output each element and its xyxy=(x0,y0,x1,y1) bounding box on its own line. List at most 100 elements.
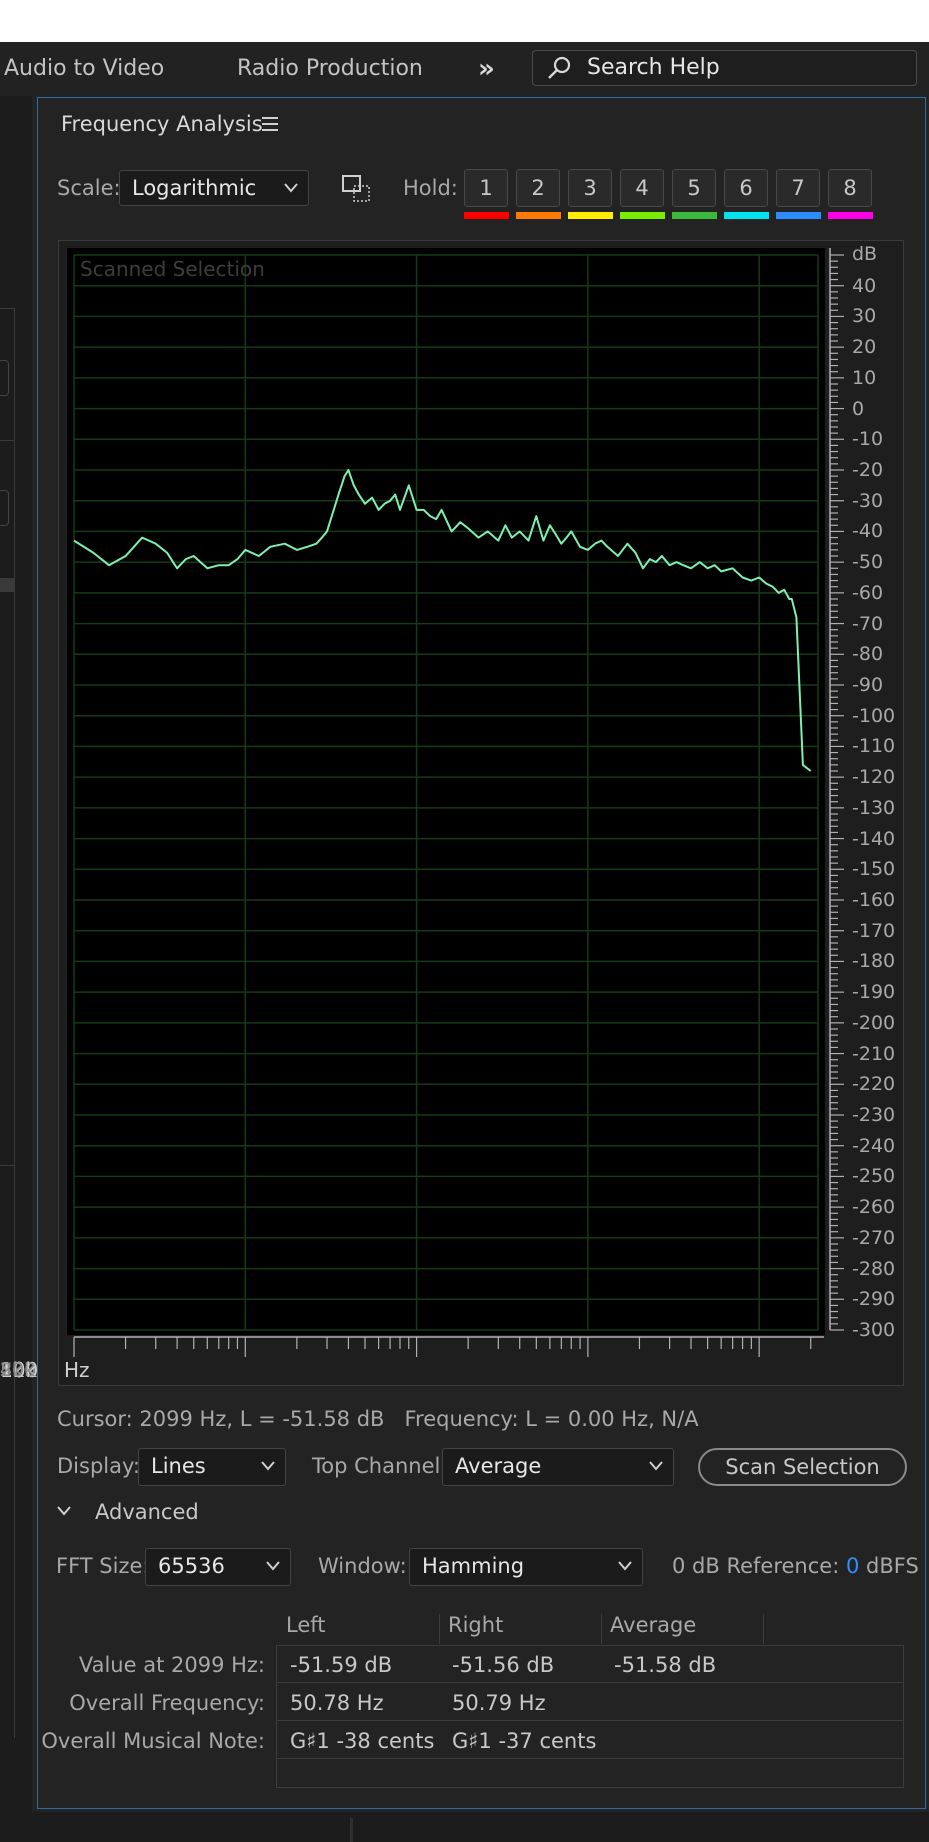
more-workspaces-chevron-icon[interactable]: » xyxy=(478,42,495,96)
table-header-separator xyxy=(439,1614,440,1644)
y-tick-label: -110 xyxy=(852,735,896,758)
fft-size-dropdown[interactable]: 65536 xyxy=(145,1548,291,1586)
search-help-field[interactable]: Search Help xyxy=(532,50,917,86)
fft-size-value: 65536 xyxy=(158,1554,225,1578)
left-panel-row xyxy=(0,578,14,592)
table-header-separator xyxy=(763,1614,764,1644)
left-panel-divider xyxy=(0,440,14,441)
y-tick-label: 20 xyxy=(852,336,877,359)
chevron-down-icon xyxy=(261,1461,275,1471)
y-tick-label: -20 xyxy=(852,459,884,481)
hold-color-swatch-6 xyxy=(724,212,769,219)
y-axis-unit: dB xyxy=(852,243,878,265)
hold-button-6[interactable]: 6 xyxy=(724,169,768,207)
window-label: Window: xyxy=(318,1554,407,1578)
chevron-down-icon xyxy=(649,1461,663,1471)
y-tick-label: 0 xyxy=(852,397,865,420)
hold-button-7[interactable]: 7 xyxy=(776,169,820,207)
hold-button-8[interactable]: 8 xyxy=(828,169,872,207)
y-tick-label: -70 xyxy=(852,612,884,635)
scale-label: Scale: xyxy=(57,176,121,200)
y-tick-label: -80 xyxy=(852,643,884,666)
hold-color-swatch-5 xyxy=(672,212,717,219)
y-tick-label: -60 xyxy=(852,581,884,604)
search-icon xyxy=(548,56,571,79)
y-tick-label: -300 xyxy=(852,1319,896,1341)
hold-color-swatch-2 xyxy=(516,212,561,219)
hold-button-5[interactable]: 5 xyxy=(672,169,716,207)
y-tick-label: -90 xyxy=(852,674,884,696)
y-tick-label: -140 xyxy=(852,827,896,850)
advanced-section-toggle[interactable]: Advanced xyxy=(95,1494,199,1530)
y-tick-label: -130 xyxy=(852,796,896,819)
spectrum-plot-area[interactable] xyxy=(67,248,825,1335)
left-panel-control[interactable] xyxy=(0,360,9,396)
top-channel-dropdown-value: Average xyxy=(455,1454,542,1478)
table-row-divider xyxy=(277,1682,903,1683)
left-panel-divider xyxy=(0,308,14,309)
window-value: Hamming xyxy=(422,1554,525,1578)
panel-menu-icon[interactable] xyxy=(260,112,280,136)
db-reference: 0 dB Reference: 0 dBFS xyxy=(672,1548,919,1584)
db-reference-value[interactable]: 0 xyxy=(846,1554,859,1578)
fft-size-label: FFT Size: xyxy=(56,1554,150,1578)
bottom-panel-divider xyxy=(350,1818,353,1842)
scale-dropdown[interactable]: Logarithmic xyxy=(119,170,309,206)
hold-button-2[interactable]: 2 xyxy=(516,169,560,207)
table-row-divider xyxy=(277,1758,903,1759)
hold-color-swatch-7 xyxy=(776,212,821,219)
chart-title: Scanned Selection xyxy=(80,257,265,281)
window-top-area xyxy=(0,0,929,42)
table-header-left: Left xyxy=(286,1613,326,1637)
hold-color-swatch-8 xyxy=(828,212,873,219)
y-tick-label: -120 xyxy=(852,766,896,789)
marquee-zoom-icon[interactable] xyxy=(341,174,371,204)
cursor-readout: Cursor: 2099 Hz, L = -51.58 dB xyxy=(57,1407,385,1431)
y-tick-label: -10 xyxy=(852,428,884,451)
y-tick-label: -40 xyxy=(852,520,884,543)
y-tick-label: -30 xyxy=(852,489,884,512)
cell-value-right: -51.56 dB xyxy=(452,1653,555,1677)
scan-selection-button[interactable]: Scan Selection xyxy=(698,1448,907,1486)
row-label-value-at-frequency: Value at 2099 Hz: xyxy=(78,1653,265,1677)
cell-value-average: -51.58 dB xyxy=(614,1653,717,1677)
y-tick-label: -150 xyxy=(852,858,896,881)
hold-button-3[interactable]: 3 xyxy=(568,169,612,207)
hold-button-4[interactable]: 4 xyxy=(620,169,664,207)
left-panel-control[interactable] xyxy=(0,490,9,526)
row-label-overall-musical-note: Overall Musical Note: xyxy=(41,1729,265,1753)
search-placeholder: Search Help xyxy=(587,55,720,80)
workspace-tab-radio-production[interactable]: Radio Production xyxy=(237,42,423,96)
left-panel-border xyxy=(14,308,15,1738)
y-tick-label: -260 xyxy=(852,1196,896,1219)
window-dropdown[interactable]: Hamming xyxy=(409,1548,643,1586)
y-tick-label: -280 xyxy=(852,1257,896,1280)
db-reference-label: 0 dB Reference: xyxy=(672,1554,840,1578)
display-dropdown[interactable]: Lines xyxy=(138,1448,286,1486)
y-tick-label: -170 xyxy=(852,919,896,942)
db-reference-unit: dBFS xyxy=(866,1554,919,1578)
display-label: Display: xyxy=(57,1454,140,1478)
left-panel-divider xyxy=(0,1165,14,1166)
cell-frequency-left: 50.78 Hz xyxy=(290,1691,384,1715)
y-tick-label: -180 xyxy=(852,950,896,973)
table-header-right: Right xyxy=(448,1613,504,1637)
y-tick-label: -220 xyxy=(852,1073,896,1096)
y-tick-label: -240 xyxy=(852,1134,896,1157)
left-panel-edge xyxy=(0,96,32,1842)
advanced-collapse-chevron-icon[interactable] xyxy=(56,1503,72,1519)
workspace-tab-audio-to-video[interactable]: Audio to Video xyxy=(4,42,164,96)
panel-title: Frequency Analysis xyxy=(61,112,263,136)
cell-note-left: G♯1 -38 cents xyxy=(290,1729,435,1753)
y-tick-label: -50 xyxy=(852,551,884,574)
x-axis-unit: Hz xyxy=(64,1358,90,1382)
x-tick-label: 20k xyxy=(0,1359,36,1381)
cursor-status: Cursor: 2099 Hz, L = -51.58 dB Frequency… xyxy=(57,1401,699,1437)
top-channel-dropdown[interactable]: Average xyxy=(442,1448,674,1486)
hold-color-swatch-4 xyxy=(620,212,665,219)
y-tick-label: -210 xyxy=(852,1042,896,1065)
hold-button-1[interactable]: 1 xyxy=(464,169,508,207)
table-row-divider xyxy=(277,1720,903,1721)
hold-color-swatch-3 xyxy=(568,212,613,219)
display-dropdown-value: Lines xyxy=(151,1454,206,1478)
